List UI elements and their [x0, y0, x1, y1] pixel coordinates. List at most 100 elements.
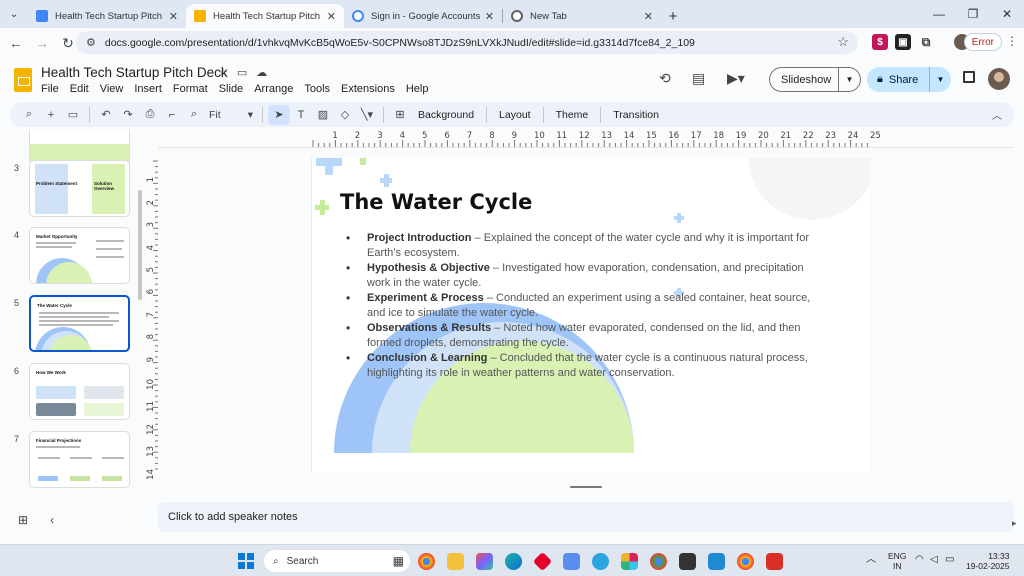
site-info-icon[interactable]: ⚙ [86, 36, 96, 49]
new-slide-layout-icon[interactable]: ▭ [62, 105, 84, 125]
store-icon[interactable] [563, 553, 580, 570]
app-icon[interactable] [592, 553, 609, 570]
taskbar-search[interactable]: ⌕ Search ▦ [264, 550, 410, 572]
comment-icon[interactable]: ▤ [692, 70, 705, 87]
presentation-app-icon[interactable] [766, 553, 783, 570]
slack-icon[interactable] [621, 553, 638, 570]
error-button[interactable]: Error [963, 33, 1002, 51]
close-icon[interactable]: ✕ [169, 10, 178, 23]
language-indicator[interactable]: ENG IN [888, 551, 906, 571]
redo-icon[interactable]: ↷ [117, 105, 139, 125]
extension-icon[interactable]: ▣ [895, 34, 911, 50]
grid-view-icon[interactable]: ⊞ [18, 513, 28, 527]
browser-tab[interactable]: New Tab ✕ [503, 4, 661, 28]
image-icon[interactable]: ▨ [312, 105, 334, 125]
slides-logo-icon[interactable] [14, 68, 32, 92]
forward-button[interactable]: → [29, 30, 55, 56]
theme-button[interactable]: Theme [549, 109, 596, 121]
speaker-icon[interactable]: ◁ [930, 555, 938, 565]
line-icon[interactable]: ╲▾ [356, 105, 378, 125]
select-cursor-icon[interactable]: ➤ [268, 104, 290, 125]
bullet-list[interactable]: Project Introduction – Explained the con… [346, 231, 826, 381]
battery-icon[interactable]: ▭ [945, 555, 954, 565]
menu-extensions[interactable]: Extensions [341, 83, 395, 95]
speaker-notes[interactable]: Click to add speaker notes [158, 502, 1014, 532]
slide-thumbnail-selected[interactable]: The Water Cycle [29, 295, 130, 352]
move-folder-icon[interactable]: ▭ [237, 66, 247, 79]
extensions-puzzle-icon[interactable]: ⧉ [918, 34, 934, 50]
notes-resize-handle[interactable] [570, 486, 602, 488]
share-dropdown-icon[interactable]: ▼ [929, 67, 951, 92]
chevron-up-icon[interactable]: ︿ [866, 555, 876, 565]
chrome-icon[interactable] [418, 553, 435, 570]
horizontal-ruler[interactable]: 1 2 3 4 5 6 7 8 9 10 11 12 13 14 15 16 17 18 19 20 21 22 23 24 2… [311, 131, 881, 147]
new-tab-button[interactable]: + [661, 4, 685, 28]
browser-menu-icon[interactable]: ⋮ [1006, 34, 1018, 48]
restore-icon[interactable]: ❐ [956, 0, 990, 28]
slide-thumbnail[interactable]: Financial Projections [29, 431, 130, 488]
back-button[interactable]: ← [3, 30, 29, 56]
zoom-select[interactable]: Fit ▾ [205, 109, 257, 121]
search-menus-icon[interactable]: ⌕ [18, 105, 40, 125]
background-button[interactable]: Background [411, 109, 481, 121]
extension-icon[interactable]: $ [872, 34, 888, 50]
tab-search-button[interactable]: ⌄ [0, 0, 28, 28]
menu-file[interactable]: File [41, 83, 59, 95]
transition-button[interactable]: Transition [606, 109, 666, 121]
filmstrip-scrollbar[interactable] [138, 190, 142, 300]
menu-tools[interactable]: Tools [304, 83, 330, 95]
slide-title[interactable]: The Water Cycle [340, 190, 532, 214]
wifi-icon[interactable]: ◠ [915, 555, 924, 565]
menu-view[interactable]: View [100, 83, 124, 95]
star-icon[interactable]: ☆ [218, 66, 228, 79]
shape-icon[interactable]: ◇ [334, 105, 356, 125]
chrome-profile-icon[interactable] [650, 553, 667, 570]
collapse-panel-icon[interactable]: ‹ [50, 513, 54, 527]
avatar[interactable] [988, 68, 1010, 90]
meet-video-icon[interactable]: ▶▾ [727, 70, 745, 87]
close-window-icon[interactable]: ✕ [990, 0, 1024, 28]
menu-arrange[interactable]: Arrange [254, 83, 293, 95]
zoom-icon[interactable]: ⌕ [183, 105, 205, 125]
undo-icon[interactable]: ↶ [95, 105, 117, 125]
file-explorer-icon[interactable] [447, 553, 464, 570]
slide-thumbnail[interactable]: How We Work [29, 363, 130, 420]
add-comment-icon[interactable]: ⊞ [389, 105, 411, 125]
photos-icon[interactable] [476, 553, 493, 570]
vertical-ruler[interactable]: 1 2 3 4 5 6 7 8 9 10 11 12 13 14 [143, 160, 158, 479]
browser-tab[interactable]: Sign in - Google Accounts ✕ [344, 4, 502, 28]
browser-tab-active[interactable]: Health Tech Startup Pitch Deck ✕ [186, 4, 344, 28]
chrome-active-icon[interactable] [737, 553, 754, 570]
text-box-icon[interactable]: T [290, 105, 312, 125]
chevron-up-icon[interactable]: ︿ [992, 107, 1002, 122]
cloud-icon[interactable]: ☁ [256, 66, 267, 79]
menu-edit[interactable]: Edit [70, 83, 89, 95]
bookmark-star-icon[interactable]: ☆ [837, 34, 849, 50]
menu-format[interactable]: Format [173, 83, 208, 95]
close-icon[interactable]: ✕ [485, 10, 494, 23]
slideshow-dropdown-icon[interactable]: ▼ [838, 68, 860, 91]
close-icon[interactable]: ✕ [644, 10, 653, 23]
terminal-icon[interactable] [679, 553, 696, 570]
windows-start-icon[interactable] [238, 553, 254, 569]
print-icon[interactable]: ⎙ [139, 105, 161, 125]
browser-tab[interactable]: Health Tech Startup Pitch Deck ✕ [28, 4, 186, 28]
minimize-icon[interactable]: — [922, 0, 956, 28]
paint-format-icon[interactable]: ⌐ [161, 105, 183, 125]
slide-thumbnail[interactable]: Market Opportunity [29, 227, 130, 284]
close-icon[interactable]: ✕ [327, 10, 336, 23]
layout-button[interactable]: Layout [492, 109, 538, 121]
new-slide-icon[interactable]: + [40, 105, 62, 125]
edge-icon[interactable] [505, 553, 522, 570]
present-icon[interactable] [963, 71, 975, 83]
history-icon[interactable]: ⟲ [659, 70, 671, 87]
address-bar[interactable]: ⚙ docs.google.com/presentation/d/1vhkvqM… [76, 31, 858, 54]
clock[interactable]: 13:33 19-02-2025 [966, 551, 1009, 571]
slideshow-button[interactable]: Slideshow ▼ [769, 67, 861, 92]
menu-help[interactable]: Help [406, 83, 429, 95]
document-title[interactable]: Health Tech Startup Pitch Deck [41, 65, 228, 80]
menu-slide[interactable]: Slide [219, 83, 243, 95]
share-button[interactable]: 🔒︎ Share ▼ [867, 67, 951, 92]
red-diamond-app-icon[interactable] [532, 551, 553, 572]
menu-insert[interactable]: Insert [134, 83, 162, 95]
